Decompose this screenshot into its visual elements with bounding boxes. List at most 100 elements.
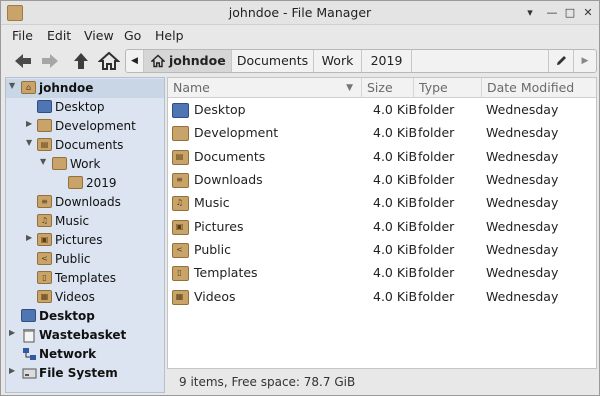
sidebar-item-label: Desktop bbox=[55, 100, 105, 114]
table-row[interactable]: ≡ Downloads 4.0 KiB folder Wednesday bbox=[168, 168, 596, 191]
sidebar-item-label: Pictures bbox=[55, 233, 103, 247]
back-button[interactable] bbox=[12, 50, 34, 72]
sidebar-item-johndoe[interactable]: ▼ ⌂ johndoe bbox=[6, 79, 164, 98]
table-row[interactable]: ▣ Pictures 4.0 KiB folder Wednesday bbox=[168, 215, 596, 238]
sidebar-item-2019[interactable]: 2019 bbox=[6, 174, 164, 193]
sidebar-tree: ▼ ⌂ johndoe Desktop ▶ Development ▼ ▤ Do… bbox=[5, 77, 165, 393]
sidebar-item-network[interactable]: Network bbox=[6, 345, 164, 364]
expand-arrow-icon[interactable]: ▼ bbox=[40, 157, 50, 166]
file-size: 4.0 KiB bbox=[373, 242, 418, 257]
table-row[interactable]: < Public 4.0 KiB folder Wednesday bbox=[168, 238, 596, 261]
title-bar[interactable]: johndoe - File Manager ▾ — □ ✕ bbox=[1, 1, 599, 25]
sidebar-item-work[interactable]: ▼ Work bbox=[6, 155, 164, 174]
forward-button[interactable] bbox=[39, 50, 61, 72]
folder-icon bbox=[172, 126, 189, 141]
sidebar-item-downloads[interactable]: ≡ Downloads bbox=[6, 193, 164, 212]
column-label: Name bbox=[173, 80, 210, 95]
up-button[interactable] bbox=[70, 50, 92, 72]
file-manager-window: johndoe - File Manager ▾ — □ ✕ File Edit… bbox=[0, 0, 600, 396]
menu-help[interactable]: Help bbox=[155, 28, 184, 43]
sidebar-item-development[interactable]: ▶ Development bbox=[6, 117, 164, 136]
file-date: Wednesday bbox=[486, 102, 559, 117]
file-type: folder bbox=[418, 172, 455, 187]
sidebar-item-label: Development bbox=[55, 119, 136, 133]
breadcrumb-work[interactable]: Work bbox=[314, 50, 362, 72]
column-type-header[interactable]: Type bbox=[414, 78, 482, 98]
up-arrow-icon bbox=[74, 53, 88, 69]
expand-arrow-icon[interactable]: ▶ bbox=[26, 233, 36, 242]
path-scroll-left-button[interactable]: ◀ bbox=[126, 50, 144, 72]
table-row[interactable]: ▦ Videos 4.0 KiB folder Wednesday bbox=[168, 285, 596, 308]
menu-view[interactable]: View bbox=[84, 28, 114, 43]
sidebar-item-label: Music bbox=[55, 214, 90, 228]
sidebar-item-label: Videos bbox=[55, 290, 95, 304]
sidebar-item-templates[interactable]: ▯ Templates bbox=[6, 269, 164, 288]
sort-descending-icon: ▼ bbox=[346, 83, 353, 93]
home-folder-icon: ⌂ bbox=[21, 81, 36, 94]
table-row[interactable]: ▯ Templates 4.0 KiB folder Wednesday bbox=[168, 261, 596, 284]
documents-folder-icon: ▤ bbox=[172, 150, 189, 165]
breadcrumb-johndoe[interactable]: johndoe bbox=[144, 50, 232, 72]
expand-arrow-icon[interactable]: ▶ bbox=[26, 119, 36, 128]
templates-folder-icon: ▯ bbox=[172, 266, 189, 281]
path-scroll-right-button[interactable]: ▶ bbox=[574, 50, 596, 72]
minimize-button[interactable]: — bbox=[543, 4, 561, 22]
home-icon bbox=[151, 54, 165, 68]
file-size: 4.0 KiB bbox=[373, 195, 418, 210]
sidebar-item-pictures[interactable]: ▶ ▣ Pictures bbox=[6, 231, 164, 250]
sidebar-item-music[interactable]: ♫ Music bbox=[6, 212, 164, 231]
table-row[interactable]: ▤ Documents 4.0 KiB folder Wednesday bbox=[168, 145, 596, 168]
column-name-header[interactable]: Name ▼ bbox=[168, 78, 362, 98]
close-button[interactable]: ✕ bbox=[579, 4, 597, 22]
file-name: Videos bbox=[194, 289, 236, 304]
file-size: 4.0 KiB bbox=[373, 265, 418, 280]
sidebar-item-label: 2019 bbox=[86, 176, 117, 190]
menu-file[interactable]: File bbox=[12, 28, 33, 43]
sidebar-item-label: Templates bbox=[55, 271, 117, 285]
menu-bar: File Edit View Go Help bbox=[1, 25, 599, 47]
table-row[interactable]: Development 4.0 KiB folder Wednesday bbox=[168, 121, 596, 144]
table-row[interactable]: Desktop 4.0 KiB folder Wednesday bbox=[168, 98, 596, 121]
sidebar-item-label: Work bbox=[70, 157, 101, 171]
list-header: Name ▼ Size Type Date Modified bbox=[168, 78, 596, 98]
file-name: Templates bbox=[194, 265, 258, 280]
menu-go[interactable]: Go bbox=[124, 28, 141, 43]
file-name: Downloads bbox=[194, 172, 263, 187]
table-row[interactable]: ♫ Music 4.0 KiB folder Wednesday bbox=[168, 191, 596, 214]
column-size-header[interactable]: Size bbox=[362, 78, 414, 98]
pictures-folder-icon: ▣ bbox=[172, 220, 189, 235]
breadcrumb-2019[interactable]: 2019 bbox=[362, 50, 412, 72]
sidebar-item-documents[interactable]: ▼ ▤ Documents bbox=[6, 136, 164, 155]
sidebar-item-desktop-root[interactable]: Desktop bbox=[6, 307, 164, 326]
pictures-folder-icon: ▣ bbox=[37, 233, 52, 246]
expand-arrow-icon[interactable]: ▼ bbox=[9, 81, 19, 90]
column-date-header[interactable]: Date Modified bbox=[482, 78, 596, 98]
file-size: 4.0 KiB bbox=[373, 102, 418, 117]
downloads-folder-icon: ≡ bbox=[172, 173, 189, 188]
window-menu-button[interactable]: ▾ bbox=[521, 4, 539, 22]
expand-arrow-icon[interactable]: ▶ bbox=[9, 328, 19, 337]
sidebar-item-videos[interactable]: ▦ Videos bbox=[6, 288, 164, 307]
sidebar-item-label: Documents bbox=[55, 138, 124, 152]
file-type: folder bbox=[418, 242, 455, 257]
maximize-button[interactable]: □ bbox=[561, 4, 579, 22]
expand-arrow-icon[interactable]: ▶ bbox=[9, 366, 19, 375]
file-size: 4.0 KiB bbox=[373, 289, 418, 304]
sidebar-item-wastebasket[interactable]: ▶ Wastebasket bbox=[6, 326, 164, 345]
home-button[interactable] bbox=[97, 50, 121, 72]
menu-edit[interactable]: Edit bbox=[47, 28, 71, 43]
expand-arrow-icon[interactable]: ▼ bbox=[26, 138, 36, 147]
sidebar-item-file-system[interactable]: ▶ File System bbox=[6, 364, 164, 383]
toolbar: ◀ johndoe Documents Work 2019 ▶ bbox=[1, 47, 599, 75]
sidebar-item-public[interactable]: < Public bbox=[6, 250, 164, 269]
file-date: Wednesday bbox=[486, 242, 559, 257]
file-date: Wednesday bbox=[486, 149, 559, 164]
sidebar-item-desktop[interactable]: Desktop bbox=[6, 98, 164, 117]
edit-path-button[interactable] bbox=[548, 50, 574, 72]
status-text: 9 items, Free space: 78.7 GiB bbox=[179, 375, 356, 389]
sidebar-item-label: Desktop bbox=[39, 309, 95, 323]
file-date: Wednesday bbox=[486, 289, 559, 304]
file-date: Wednesday bbox=[486, 265, 559, 280]
file-type: folder bbox=[418, 195, 455, 210]
breadcrumb-documents[interactable]: Documents bbox=[232, 50, 314, 72]
